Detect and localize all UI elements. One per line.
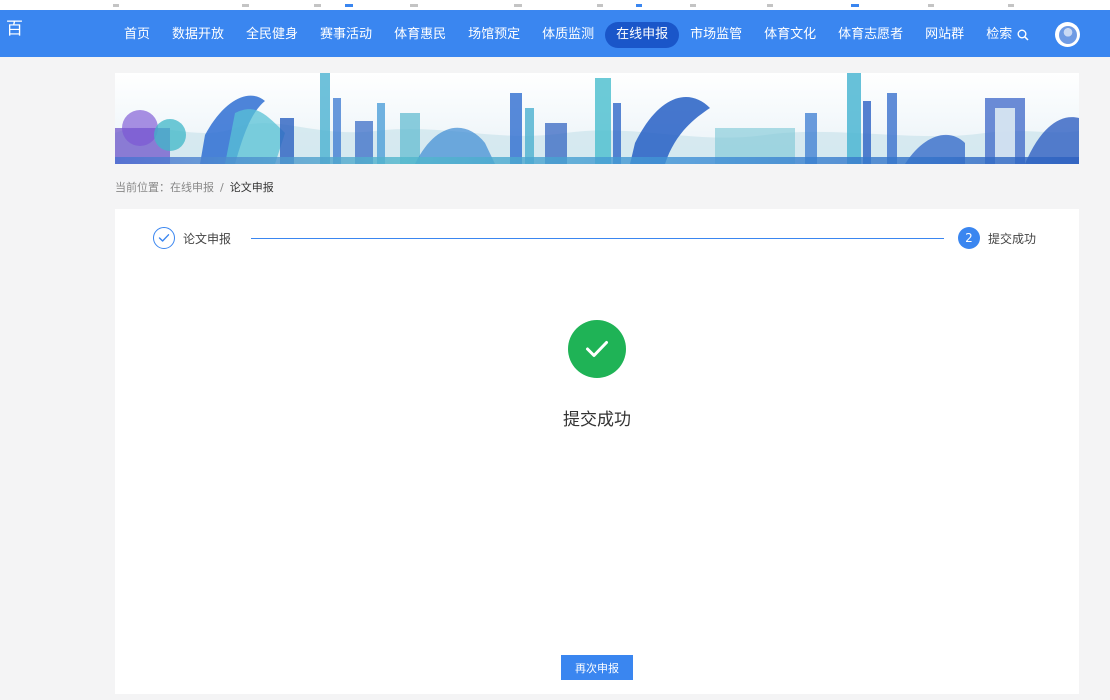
nav-item-fitness[interactable]: 全民健身 [235, 22, 309, 48]
check-circle-icon [568, 320, 626, 378]
step-submitted: 2 提交成功 [958, 227, 1036, 249]
nav-item-venue-booking[interactable]: 场馆预定 [457, 22, 531, 48]
nav-item-benefits[interactable]: 体育惠民 [383, 22, 457, 48]
nav-item-volunteers[interactable]: 体育志愿者 [827, 22, 914, 48]
search-icon [1017, 29, 1029, 41]
nav-item-fitness-testing[interactable]: 体质监测 [531, 22, 605, 48]
nav-item-events[interactable]: 赛事活动 [309, 22, 383, 48]
check-icon [158, 234, 170, 242]
step-label: 论文申报 [183, 231, 232, 246]
hero-banner [115, 73, 1079, 164]
breadcrumb-prefix: 当前位置： [115, 181, 170, 194]
search-button[interactable]: 检索 [975, 22, 1040, 48]
step-done-indicator [153, 227, 175, 249]
nav-item-home[interactable]: 首页 [113, 22, 161, 48]
nav-item-online-declaration[interactable]: 在线申报 [605, 22, 680, 48]
top-strip [0, 0, 1110, 10]
breadcrumb-current: 论文申报 [229, 181, 274, 194]
success-title: 提交成功 [563, 410, 631, 430]
search-label: 检索 [986, 27, 1013, 42]
result-card: 论文申报 2 提交成功 提交成功 再次申报 [115, 209, 1079, 694]
avatar-image [1058, 25, 1077, 44]
nav-item-open-data[interactable]: 数据开放 [161, 22, 235, 48]
header-edge-glyph: 百 [6, 19, 23, 39]
step-label: 提交成功 [988, 231, 1037, 246]
step-paper-declaration: 论文申报 [153, 227, 231, 249]
nav-item-sports-culture[interactable]: 体育文化 [753, 22, 827, 48]
user-avatar[interactable] [1055, 22, 1080, 47]
breadcrumb-separator: / [220, 180, 224, 194]
resubmit-button[interactable]: 再次申报 [561, 655, 633, 680]
step-number-badge: 2 [958, 227, 980, 249]
nav-item-site-group[interactable]: 网站群 [914, 22, 975, 48]
breadcrumb: 当前位置： 在线申报 / 论文申报 [115, 179, 274, 195]
step-connector-line [251, 238, 944, 239]
breadcrumb-link-online-declaration[interactable]: 在线申报 [170, 179, 214, 195]
nav-item-market-supervision[interactable]: 市场监管 [679, 22, 753, 48]
main-nav: 首页 数据开放 全民健身 赛事活动 体育惠民 场馆预定 体质监测 在线申报 市场… [113, 22, 1040, 48]
